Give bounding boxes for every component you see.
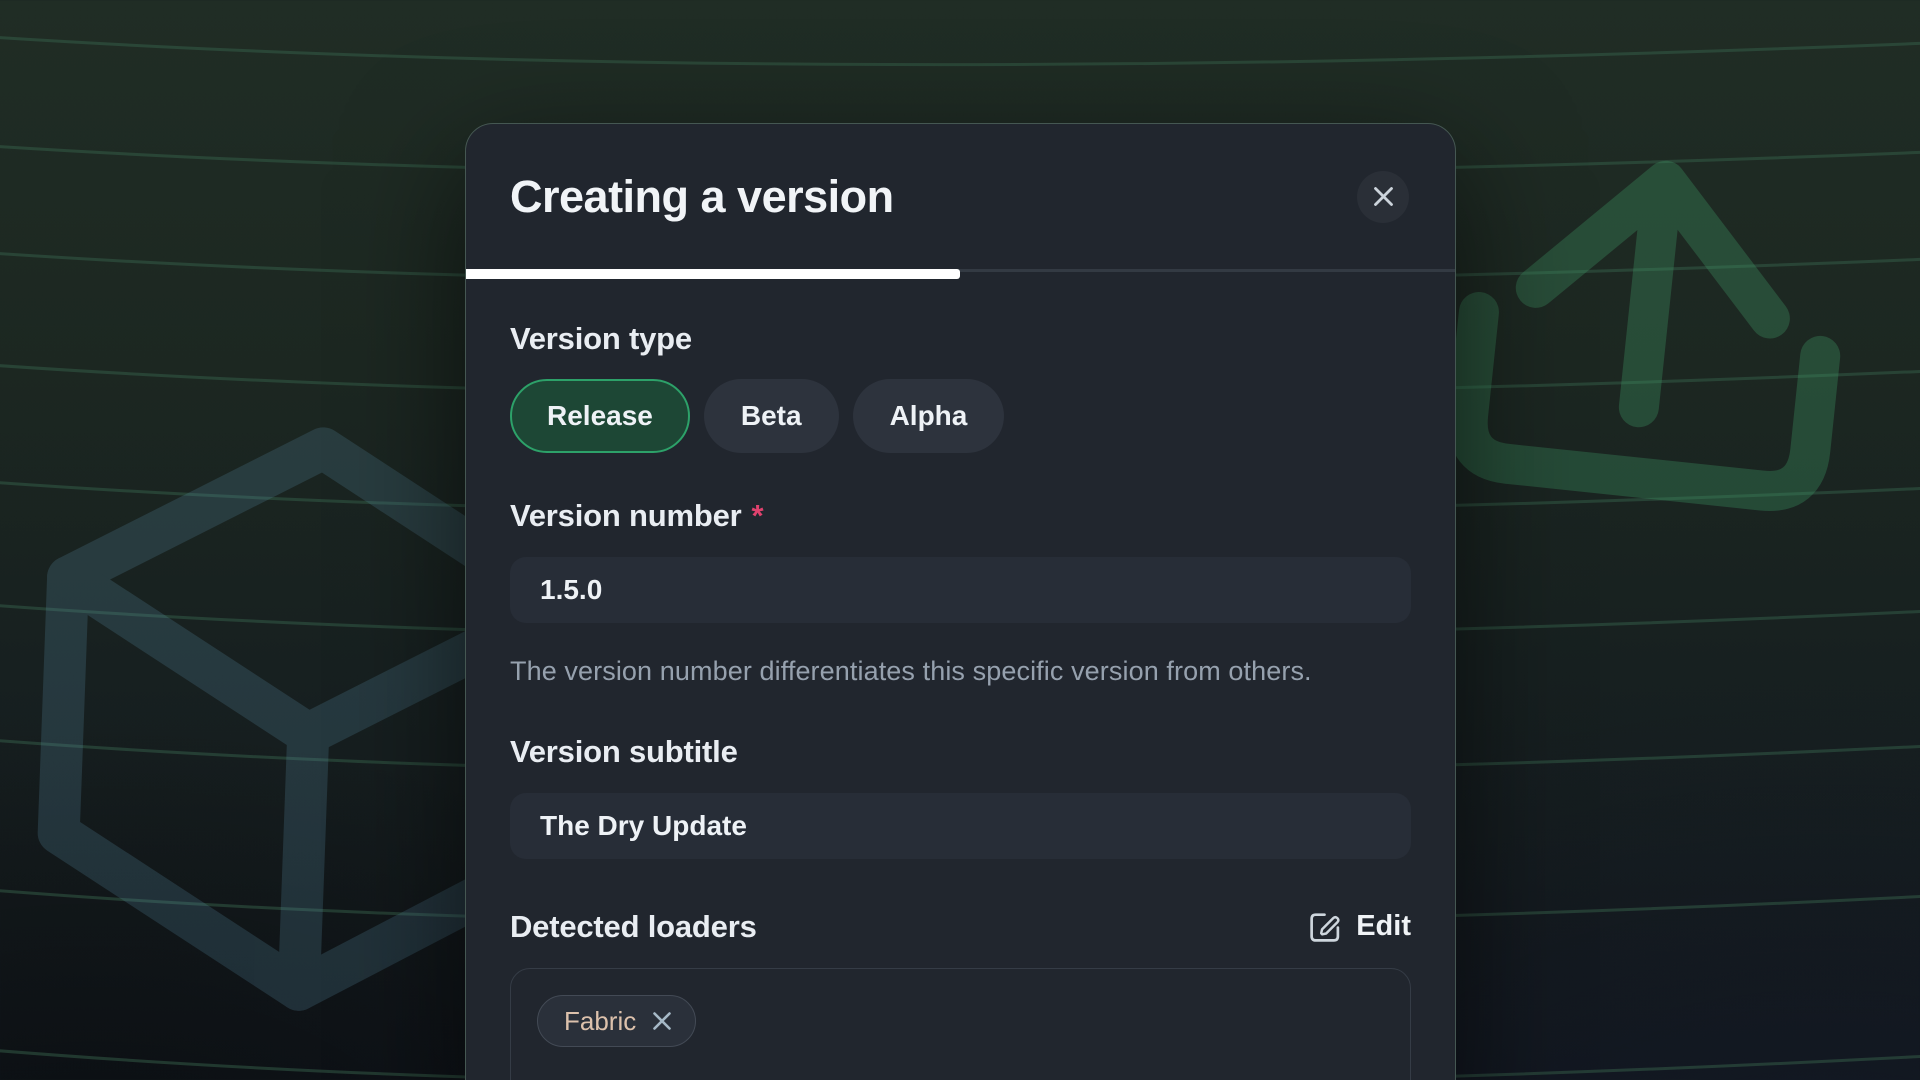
modal-body: Version type Release Beta Alpha Version … — [466, 323, 1455, 1080]
detected-loaders-header: Detected loaders Edit — [510, 909, 1411, 944]
upload-arrow-icon — [1463, 163, 1836, 495]
loader-chip-fabric[interactable]: Fabric — [537, 995, 696, 1047]
modal-header: Creating a version — [466, 124, 1455, 269]
loader-chip-label: Fabric — [564, 1006, 636, 1037]
close-button[interactable] — [1357, 171, 1409, 223]
edit-label: Edit — [1356, 910, 1411, 943]
version-type-alpha-button[interactable]: Alpha — [853, 379, 1005, 453]
progress-bar — [466, 269, 1455, 279]
modal-title: Creating a version — [510, 171, 894, 223]
detected-loaders-label: Detected loaders — [510, 911, 757, 942]
version-type-release-button[interactable]: Release — [510, 379, 690, 453]
version-subtitle-input[interactable] — [510, 793, 1411, 859]
edit-loaders-button[interactable]: Edit — [1307, 909, 1411, 944]
page: { "background": { "icons": ["cube-icon",… — [0, 0, 1920, 1080]
version-type-options: Release Beta Alpha — [510, 379, 1411, 453]
detected-loaders-box: Fabric — [510, 968, 1411, 1080]
version-type-beta-button[interactable]: Beta — [704, 379, 839, 453]
progress-fill — [466, 269, 960, 279]
required-asterisk: * — [752, 498, 764, 533]
close-icon — [1370, 183, 1397, 210]
edit-icon — [1307, 909, 1342, 944]
version-type-label: Version type — [510, 323, 1411, 354]
version-number-input[interactable] — [510, 557, 1411, 623]
remove-loader-icon[interactable] — [649, 1008, 675, 1034]
version-number-help: The version number differentiates this s… — [510, 649, 1411, 693]
version-subtitle-label: Version subtitle — [510, 736, 1411, 767]
version-number-label-row: Version number * — [510, 500, 1411, 531]
create-version-modal: Creating a version Version type Release … — [465, 123, 1456, 1080]
version-number-label: Version number — [510, 498, 742, 533]
